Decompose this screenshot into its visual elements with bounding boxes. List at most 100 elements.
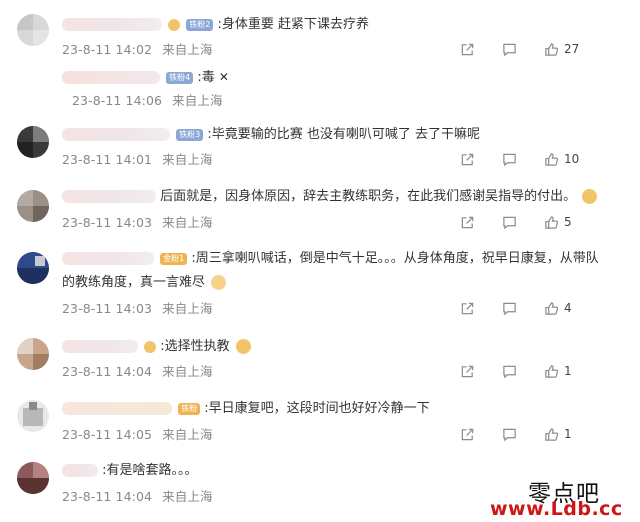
like-button[interactable]: 27 <box>544 40 579 58</box>
username-blurred[interactable] <box>62 128 170 141</box>
thumbs-up-icon <box>545 301 559 315</box>
like-count: 4 <box>564 301 572 315</box>
username-blurred[interactable] <box>62 190 156 203</box>
comment-text: :周三拿喇叭喊话，倒是中气十足。。。从身体角度，祝早日康复，从带队 <box>191 251 599 266</box>
comment-text: :毕竟要输的比赛 也没有喇叭可喊了 去了干嘛呢 <box>207 127 481 142</box>
thumbs-up-icon <box>545 364 559 378</box>
share-icon <box>461 43 474 55</box>
watermark-url: www.Ldb.cc <box>490 498 623 520</box>
emoji-icon <box>168 18 181 31</box>
like-button[interactable]: 1 <box>544 425 572 443</box>
share-button[interactable] <box>460 150 475 168</box>
comment-actions: 1 <box>460 425 620 443</box>
comment-location: 来自上海 <box>162 301 213 316</box>
share-button[interactable] <box>460 299 475 317</box>
share-icon <box>461 216 474 228</box>
like-button[interactable]: 4 <box>544 299 572 317</box>
share-icon <box>461 428 474 440</box>
fan-badge: 铁粉 <box>178 402 201 415</box>
share-button[interactable] <box>460 213 475 231</box>
like-button[interactable]: 10 <box>544 150 579 168</box>
comment-icon <box>503 153 516 166</box>
comment-date: 23-8-11 14:05 <box>62 427 153 442</box>
comment-meta: 23-8-11 14:03 来自上海 <box>62 212 213 231</box>
comment-actions: 4 <box>460 299 620 317</box>
username-blurred[interactable] <box>62 464 98 477</box>
username-blurred[interactable] <box>62 402 172 415</box>
like-button[interactable]: 1 <box>544 362 572 380</box>
comment-text: :有是啥套路。。。 <box>102 463 198 478</box>
fan-badge: 铁粉2 <box>186 18 214 31</box>
comment-date: 23-8-11 14:03 <box>62 301 153 316</box>
comment-button[interactable] <box>502 299 517 317</box>
avatar[interactable] <box>17 126 49 158</box>
emoji-icon <box>582 189 598 204</box>
like-button[interactable]: 5 <box>544 213 572 231</box>
fan-badge: 铁粉4 <box>166 71 194 84</box>
fan-badge: 铁粉3 <box>176 128 204 141</box>
emoji-icon: ✕ <box>218 70 229 84</box>
comment-text: :毒 <box>197 70 215 85</box>
comment-meta: 23-8-11 14:04 来自上海 <box>62 361 213 380</box>
comment-actions: 1 <box>460 362 620 380</box>
avatar[interactable] <box>17 462 49 494</box>
comment-text: :早日康复吧，这段时间也好好冷静一下 <box>204 401 430 416</box>
comment-location: 来自上海 <box>162 215 213 230</box>
comment-date: 23-8-11 14:02 <box>62 42 153 57</box>
comment-icon <box>503 302 516 315</box>
avatar[interactable] <box>17 252 49 284</box>
share-button[interactable] <box>460 425 475 443</box>
like-count: 5 <box>564 215 572 229</box>
comment-button[interactable] <box>502 362 517 380</box>
comment-location: 来自上海 <box>162 427 213 442</box>
comment-date: 23-8-11 14:03 <box>62 215 153 230</box>
comment-date: 23-8-11 14:04 <box>62 364 153 379</box>
comment-meta: 23-8-11 14:06 来自上海 <box>72 90 223 109</box>
share-icon <box>461 153 474 165</box>
comment-location: 来自上海 <box>162 489 213 504</box>
username-blurred[interactable] <box>62 340 138 353</box>
comment-meta: 23-8-11 14:01 来自上海 <box>62 149 213 168</box>
comment-text: :选择性执教 <box>160 339 230 354</box>
share-button[interactable] <box>460 362 475 380</box>
avatar[interactable] <box>17 190 49 222</box>
like-count: 10 <box>564 152 580 166</box>
avatar[interactable] <box>17 400 49 432</box>
comment-icon <box>503 365 516 378</box>
share-icon <box>461 365 474 377</box>
emoji-icon <box>144 340 157 353</box>
thumbs-up-icon <box>545 152 559 166</box>
comment-date: 23-8-11 14:04 <box>62 489 153 504</box>
avatar[interactable] <box>17 338 49 370</box>
share-button[interactable] <box>460 40 475 58</box>
comment-location: 来自上海 <box>162 152 213 167</box>
like-count: 27 <box>564 42 580 56</box>
username-blurred[interactable] <box>62 252 154 265</box>
comment-button[interactable] <box>502 150 517 168</box>
avatar[interactable] <box>17 14 49 46</box>
comment-icon <box>503 428 516 441</box>
comment-actions: 10 <box>460 150 620 168</box>
comment-button[interactable] <box>502 40 517 58</box>
comment-actions: 5 <box>460 213 620 231</box>
emoji-icon <box>211 275 227 290</box>
username-blurred[interactable] <box>62 71 160 84</box>
emoji-icon <box>235 339 251 354</box>
thumbs-up-icon <box>545 427 559 441</box>
comment-date: 23-8-11 14:06 <box>72 93 163 108</box>
comment-location: 来自上海 <box>162 42 213 57</box>
comment-button[interactable] <box>502 425 517 443</box>
comment-meta: 23-8-11 14:04 来自上海 <box>62 486 213 505</box>
like-count: 1 <box>564 364 572 378</box>
like-count: 1 <box>564 427 572 441</box>
comment-actions: 27 <box>460 40 620 58</box>
comment-meta: 23-8-11 14:02 来自上海 <box>62 39 213 58</box>
thumbs-up-icon <box>545 42 559 56</box>
comment-meta: 23-8-11 14:03 来自上海 <box>62 298 213 317</box>
comment-meta: 23-8-11 14:05 来自上海 <box>62 424 213 443</box>
comment-button[interactable] <box>502 213 517 231</box>
username-blurred[interactable] <box>62 18 162 31</box>
share-icon <box>461 302 474 314</box>
comment-icon <box>503 216 516 229</box>
comment-text: :身体重要 赶紧下课去疗养 <box>217 17 370 32</box>
